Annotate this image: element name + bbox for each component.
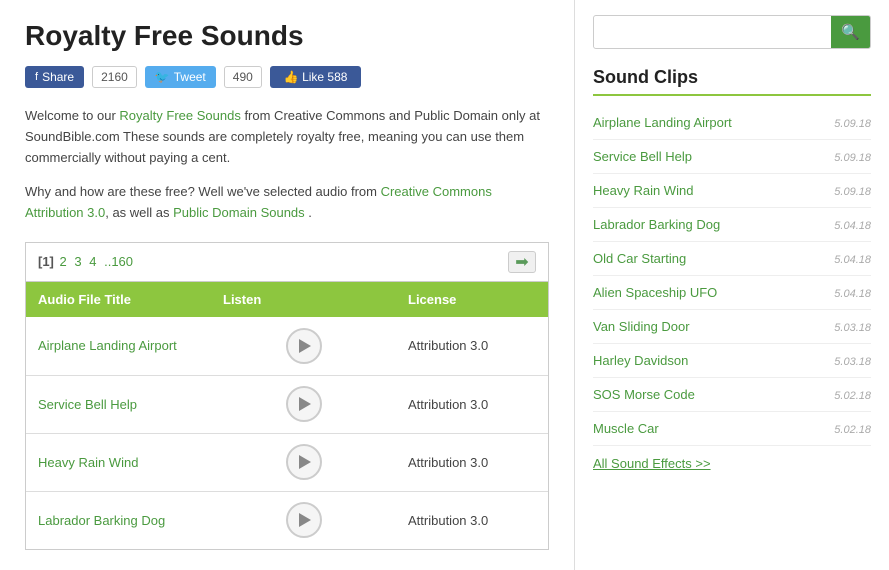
table-navigation: [1] 2 3 4 ..160 ➡ <box>26 243 548 282</box>
clip-item: Airplane Landing Airport 5.09.18 <box>593 106 871 140</box>
search-bar: 🔍 <box>593 15 871 49</box>
clip-name-5[interactable]: Alien Spaceship UFO <box>593 285 717 300</box>
table-row: Labrador Barking Dog Attribution 3.0 <box>26 491 548 549</box>
twitter-count: 490 <box>224 66 262 88</box>
twitter-icon: 🐦 <box>155 70 170 84</box>
royalty-free-sounds-link[interactable]: Royalty Free Sounds <box>119 108 240 123</box>
listen-cell-2 <box>211 436 396 488</box>
clip-name-2[interactable]: Heavy Rain Wind <box>593 183 693 198</box>
page-numbers: [1] 2 3 4 ..160 <box>38 254 135 269</box>
public-domain-link[interactable]: Public Domain Sounds <box>173 205 305 220</box>
clip-item: Van Sliding Door 5.03.18 <box>593 310 871 344</box>
search-icon: 🔍 <box>841 23 860 41</box>
search-button[interactable]: 🔍 <box>831 16 870 48</box>
license-cell-0: Attribution 3.0 <box>396 330 548 361</box>
clip-item: SOS Morse Code 5.02.18 <box>593 378 871 412</box>
clips-list: Airplane Landing Airport 5.09.18 Service… <box>593 106 871 446</box>
header-license: License <box>396 282 548 317</box>
social-bar: f Share 2160 🐦 Tweet 490 👍 Like 588 <box>25 66 549 88</box>
page-more-link[interactable]: ..160 <box>104 254 133 269</box>
audio-title-2[interactable]: Heavy Rain Wind <box>26 447 211 478</box>
clip-item: Alien Spaceship UFO 5.04.18 <box>593 276 871 310</box>
audio-table: [1] 2 3 4 ..160 ➡ Audio File Title Liste… <box>25 242 549 550</box>
listen-cell-0 <box>211 320 396 372</box>
page-4-link[interactable]: 4 <box>89 254 96 269</box>
page-title: Royalty Free Sounds <box>25 20 549 52</box>
table-row: Heavy Rain Wind Attribution 3.0 <box>26 433 548 491</box>
why-paragraph: Why and how are these free? Well we've s… <box>25 182 549 224</box>
audio-title-1[interactable]: Service Bell Help <box>26 389 211 420</box>
audio-title-3[interactable]: Labrador Barking Dog <box>26 505 211 536</box>
twitter-tweet-button[interactable]: 🐦 Tweet <box>145 66 216 88</box>
table-body: Airplane Landing Airport Attribution 3.0… <box>26 317 548 549</box>
right-column: 🔍 Sound Clips Airplane Landing Airport 5… <box>575 0 889 570</box>
play-button-3[interactable] <box>286 502 322 538</box>
clip-date-7: 5.03.18 <box>834 356 871 368</box>
left-column: Royalty Free Sounds f Share 2160 🐦 Tweet… <box>0 0 575 570</box>
facebook-like-button[interactable]: 👍 Like 588 <box>270 66 362 88</box>
clip-date-5: 5.04.18 <box>834 288 871 300</box>
clip-name-9[interactable]: Muscle Car <box>593 421 659 436</box>
audio-title-0[interactable]: Airplane Landing Airport <box>26 330 211 361</box>
table-row: Service Bell Help Attribution 3.0 <box>26 375 548 433</box>
page-3-link[interactable]: 3 <box>74 254 81 269</box>
search-input[interactable] <box>594 18 831 47</box>
header-listen: Listen <box>211 282 396 317</box>
clip-date-6: 5.03.18 <box>834 322 871 334</box>
clip-name-6[interactable]: Van Sliding Door <box>593 319 690 334</box>
play-button-1[interactable] <box>286 386 322 422</box>
clip-date-8: 5.02.18 <box>834 390 871 402</box>
clip-item: Harley Davidson 5.03.18 <box>593 344 871 378</box>
clip-name-0[interactable]: Airplane Landing Airport <box>593 115 732 130</box>
clip-name-3[interactable]: Labrador Barking Dog <box>593 217 720 232</box>
license-cell-1: Attribution 3.0 <box>396 389 548 420</box>
clip-name-7[interactable]: Harley Davidson <box>593 353 688 368</box>
facebook-like-label: Like 588 <box>302 70 347 84</box>
clip-name-8[interactable]: SOS Morse Code <box>593 387 695 402</box>
play-button-0[interactable] <box>286 328 322 364</box>
clip-date-2: 5.09.18 <box>834 186 871 198</box>
listen-cell-3 <box>211 494 396 546</box>
sound-clips-title: Sound Clips <box>593 67 871 96</box>
clip-date-9: 5.02.18 <box>834 424 871 436</box>
all-effects-link[interactable]: All Sound Effects >> <box>593 446 871 471</box>
page-2-link[interactable]: 2 <box>60 254 67 269</box>
table-row: Airplane Landing Airport Attribution 3.0 <box>26 317 548 375</box>
play-icon-3 <box>299 513 311 527</box>
table-header-row: Audio File Title Listen License <box>26 282 548 317</box>
play-icon-1 <box>299 397 311 411</box>
clip-item: Old Car Starting 5.04.18 <box>593 242 871 276</box>
intro-paragraph: Welcome to our Royalty Free Sounds from … <box>25 106 549 168</box>
clip-item: Service Bell Help 5.09.18 <box>593 140 871 174</box>
clip-item: Muscle Car 5.02.18 <box>593 412 871 446</box>
facebook-share-label: Share <box>42 70 74 84</box>
facebook-count: 2160 <box>92 66 137 88</box>
play-icon-2 <box>299 455 311 469</box>
license-cell-2: Attribution 3.0 <box>396 447 548 478</box>
clip-item: Labrador Barking Dog 5.04.18 <box>593 208 871 242</box>
clip-name-4[interactable]: Old Car Starting <box>593 251 686 266</box>
clip-item: Heavy Rain Wind 5.09.18 <box>593 174 871 208</box>
play-icon-0 <box>299 339 311 353</box>
header-title: Audio File Title <box>26 282 211 317</box>
facebook-icon: f <box>35 71 38 83</box>
clip-name-1[interactable]: Service Bell Help <box>593 149 692 164</box>
next-arrow-icon: ➡ <box>508 251 536 273</box>
license-cell-3: Attribution 3.0 <box>396 505 548 536</box>
next-page-button[interactable]: ➡ <box>508 251 536 273</box>
clip-date-4: 5.04.18 <box>834 254 871 266</box>
clip-date-0: 5.09.18 <box>834 118 871 130</box>
facebook-share-button[interactable]: f Share <box>25 66 84 88</box>
play-button-2[interactable] <box>286 444 322 480</box>
twitter-tweet-label: Tweet <box>174 70 206 84</box>
clip-date-1: 5.09.18 <box>834 152 871 164</box>
listen-cell-1 <box>211 378 396 430</box>
clip-date-3: 5.04.18 <box>834 220 871 232</box>
